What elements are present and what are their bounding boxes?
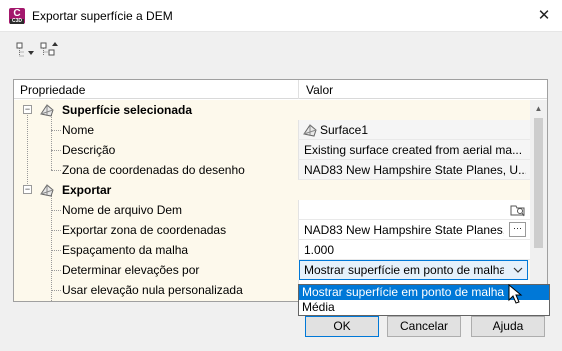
section-label: Superfície selecionada (62, 103, 193, 117)
column-header-value[interactable]: Valor (306, 83, 333, 97)
browse-folder-icon[interactable] (510, 203, 526, 217)
property-label: Nome (62, 123, 95, 137)
property-value-cell[interactable]: NAD83 New Hampshire State Planes, U... (298, 160, 530, 180)
property-label: Zona de coordenadas do desenho (62, 163, 245, 177)
collapse-toggle[interactable]: − (23, 105, 32, 114)
property-value-cell[interactable]: Existing surface created from aerial ma.… (298, 140, 530, 160)
property-label: Exportar zona de coordenadas (62, 223, 227, 237)
section-row-selected-surface[interactable]: − Superfície selecionada (14, 100, 530, 120)
property-label: Nome de arquivo Dem (62, 203, 183, 217)
property-row-name[interactable]: Nome Surface1 (14, 120, 530, 140)
civil3d-app-icon: C C3D (9, 8, 25, 24)
close-button[interactable]: ✕ (532, 6, 556, 26)
property-row-description[interactable]: Descrição Existing surface created from … (14, 140, 530, 160)
grid-header: Propriedade Valor (14, 80, 547, 99)
property-row-grid-spacing[interactable]: Espaçamento da malha 1.000 (14, 240, 530, 260)
export-category-icon (40, 184, 54, 197)
title-bar: C C3D Exportar superfície a DEM ✕ (0, 0, 562, 32)
help-button[interactable]: Ajuda (471, 316, 545, 337)
ellipsis-button[interactable]: ··· (509, 222, 526, 237)
collapse-toggle[interactable]: − (23, 185, 32, 194)
property-label: Usar elevação nula personalizada (62, 283, 243, 297)
property-row-drawing-coordinate-zone[interactable]: Zona de coordenadas do desenho NAD83 New… (14, 160, 530, 180)
property-row-dem-file-name[interactable]: Nome de arquivo Dem (14, 200, 530, 220)
property-value-cell[interactable]: NAD83 New Hampshire State Planes,... ··· (298, 220, 530, 240)
chevron-down-icon (513, 267, 523, 273)
property-grid: Propriedade Valor − Superfície seleciona… (13, 79, 548, 302)
section-label: Exportar (62, 183, 112, 197)
property-label: Determinar elevações por (62, 263, 200, 277)
surface-icon (303, 124, 317, 137)
column-divider[interactable] (298, 80, 299, 99)
collapse-all-icon (40, 42, 58, 56)
property-label: Descrição (62, 143, 116, 157)
property-value: Existing surface created from aerial ma.… (304, 143, 523, 157)
property-value-cell[interactable]: 1.000 (298, 240, 530, 260)
property-value-cell[interactable] (298, 200, 530, 220)
ok-button[interactable]: OK (305, 316, 379, 337)
mouse-cursor-icon (508, 284, 523, 304)
column-header-property[interactable]: Propriedade (20, 83, 85, 97)
elevation-method-select[interactable]: Mostrar superfície em ponto de malha (299, 260, 528, 280)
select-value: Mostrar superfície em ponto de malha (304, 263, 504, 277)
property-value[interactable]: 1.000 (304, 243, 526, 257)
collapse-all-button[interactable] (40, 42, 60, 60)
surface-category-icon (40, 104, 54, 117)
grid-rows: − Superfície selecionada Nome Surface1 D… (14, 100, 530, 301)
property-value: NAD83 New Hampshire State Planes, U... (304, 163, 526, 177)
property-row-determine-elevations[interactable]: Determinar elevações por Mostrar superfí… (14, 260, 530, 280)
section-row-export[interactable]: − Exportar (14, 180, 530, 200)
scroll-up-arrow-icon[interactable]: ▲ (530, 100, 547, 117)
expand-all-button[interactable] (16, 42, 36, 60)
window-title: Exportar superfície a DEM (32, 9, 173, 23)
property-label: Espaçamento da malha (62, 243, 189, 257)
property-value-cell[interactable]: Surface1 (298, 120, 530, 140)
property-value: NAD83 New Hampshire State Planes,... (304, 223, 504, 237)
vertical-scrollbar[interactable]: ▲ ▼ (530, 100, 547, 301)
expand-all-icon (16, 42, 34, 57)
property-value: Surface1 (320, 123, 369, 137)
cancel-button[interactable]: Cancelar (387, 316, 461, 337)
scrollbar-thumb[interactable] (534, 118, 543, 248)
property-row-export-coordinate-zone[interactable]: Exportar zona de coordenadas NAD83 New H… (14, 220, 530, 240)
